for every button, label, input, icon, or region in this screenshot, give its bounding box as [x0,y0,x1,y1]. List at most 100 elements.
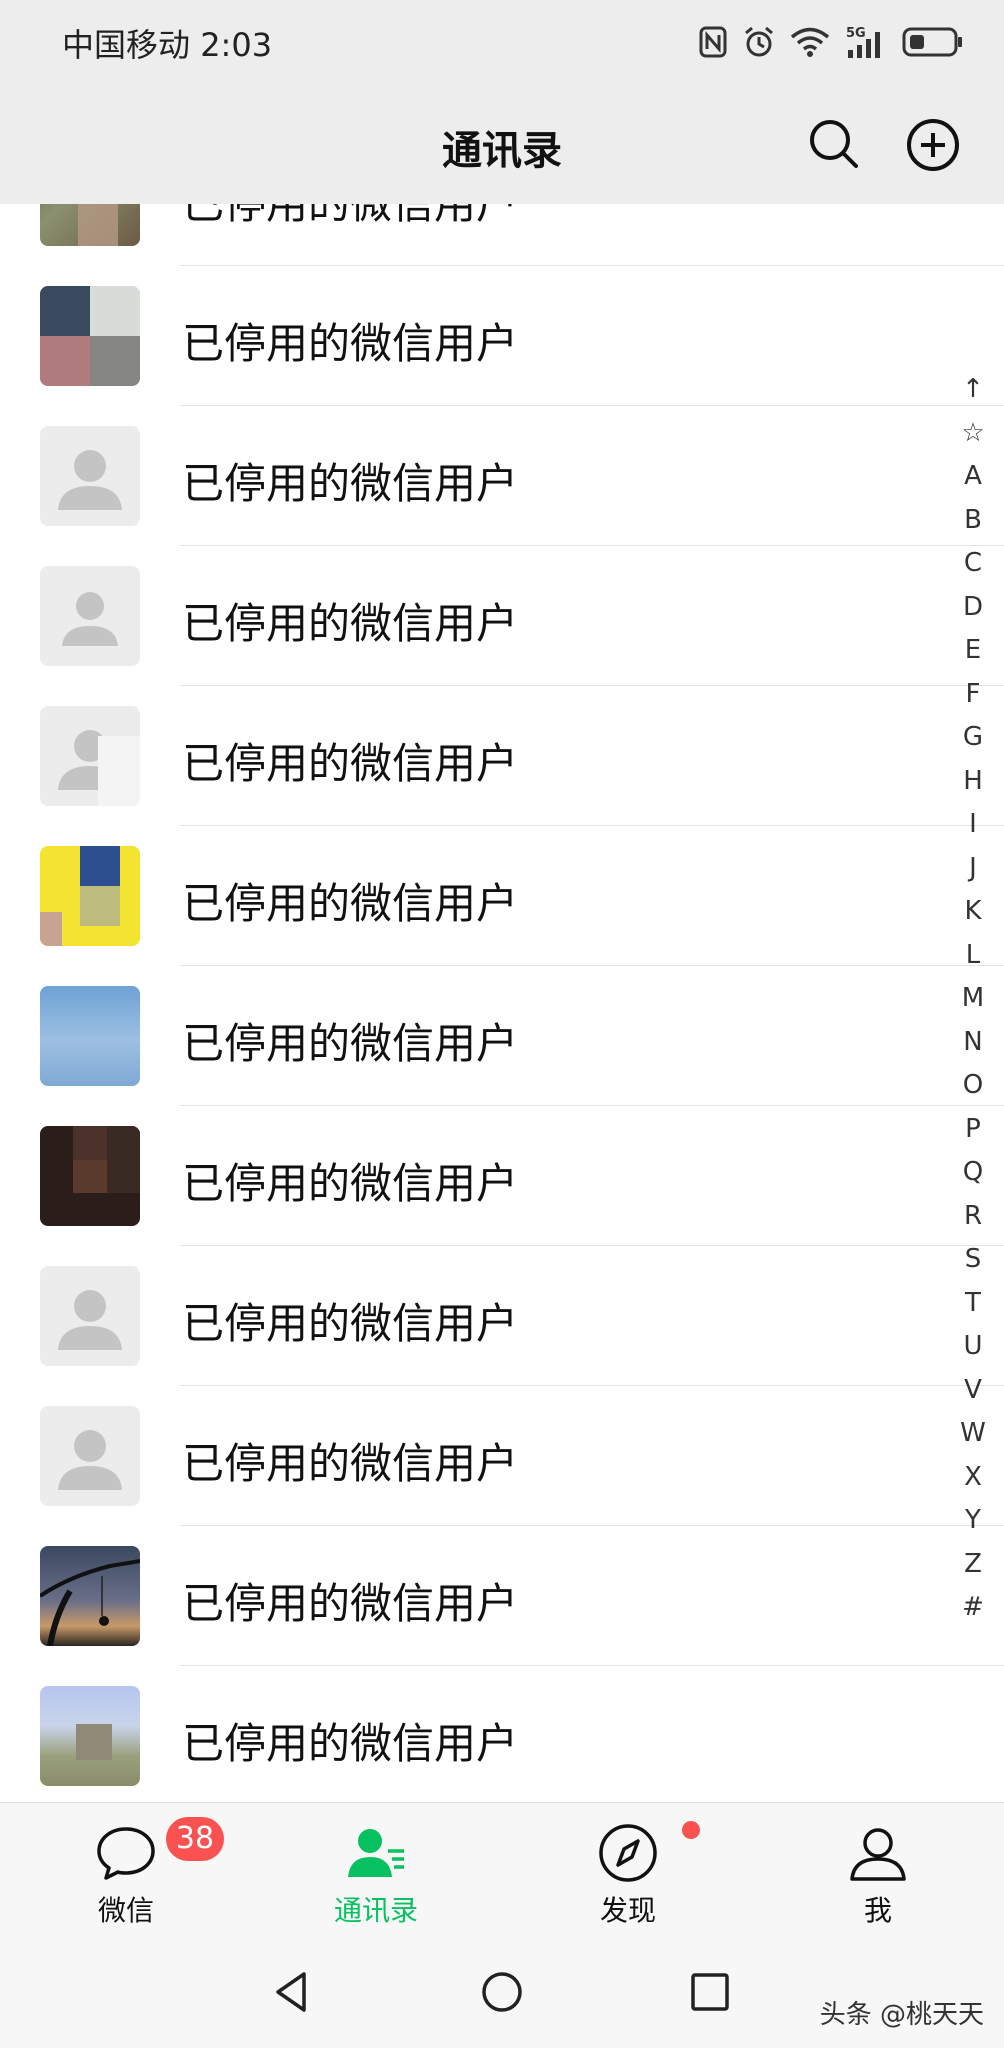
default-avatar-icon [40,1266,140,1366]
avatar [40,204,140,246]
recents-icon[interactable] [684,1966,736,2018]
tab-discover[interactable]: 发现 [528,1803,728,1937]
signal-icon: 5G [844,22,888,62]
contact-row[interactable]: 已停用的微信用户 [0,1246,1004,1386]
contact-name: 已停用的微信用户 [182,1439,519,1488]
default-avatar-icon [40,1406,140,1506]
contact-row[interactable]: 已停用的微信用户 [0,204,1004,266]
index-letter[interactable]: V [952,1369,994,1413]
contact-row[interactable]: 已停用的微信用户 [0,266,1004,406]
index-letter[interactable]: K [952,890,994,934]
tab-label: 发现 [599,1894,656,1927]
home-icon[interactable] [476,1966,528,2018]
index-letter[interactable]: I [952,803,994,847]
avatar [40,846,140,946]
index-letter[interactable]: P [952,1108,994,1152]
unread-badge: 38 [166,1817,224,1861]
contact-row[interactable]: 已停用的微信用户 [0,406,1004,546]
index-letter[interactable]: D [952,586,994,630]
nfc-icon [698,22,728,62]
contact-name: 已停用的微信用户 [182,204,518,231]
contact-name: 已停用的微信用户 [182,319,519,368]
index-letter[interactable]: G [952,716,994,760]
contact-list[interactable]: 已停用的微信用户 已停用的微信用户 已停用的微信用户 已停用的微信用户 已停用的… [0,204,1004,1802]
alarm-icon [742,22,776,62]
contact-name: 已停用的微信用户 [182,1159,519,1208]
add-circle-icon[interactable] [906,118,960,172]
back-icon[interactable] [266,1966,318,2018]
contact-name: 已停用的微信用户 [182,739,519,788]
index-letter[interactable]: U [952,1325,994,1369]
contact-name: 已停用的微信用户 [182,459,519,508]
index-letter[interactable]: X [952,1456,994,1500]
index-letter[interactable]: E [952,629,994,673]
contact-row[interactable]: 已停用的微信用户 [0,546,1004,686]
contact-row[interactable]: 已停用的微信用户 [0,1666,1004,1802]
carrier-label: 中国移动 [62,26,191,64]
index-letter[interactable]: N [952,1021,994,1065]
contact-row[interactable]: 已停用的微信用户 [0,1106,1004,1246]
contact-row[interactable]: 已停用的微信用户 [0,966,1004,1106]
contacts-icon [344,1821,408,1885]
index-letter[interactable]: S [952,1238,994,1282]
new-dot [682,1821,700,1839]
default-avatar-icon [40,566,140,666]
index-letter[interactable]: Q [952,1151,994,1195]
index-letter[interactable]: C [952,542,994,586]
wifi-icon [790,22,830,62]
tab-label: 通讯录 [333,1894,418,1927]
top-bar: 中国移动 2:03 5G 通讯录 [0,0,1004,204]
contact-row[interactable]: 已停用的微信用户 [0,1526,1004,1666]
contact-row[interactable]: 已停用的微信用户 [0,686,1004,826]
index-letter[interactable]: R [952,1195,994,1239]
carrier-time: 中国移动 2:03 [62,20,272,66]
chat-bubble-icon [94,1821,158,1885]
default-avatar-icon [40,706,140,806]
network-type: 5G [846,26,866,41]
contact-name: 已停用的微信用户 [182,879,519,928]
contact-name: 已停用的微信用户 [182,1299,519,1348]
index-letter[interactable]: T [952,1282,994,1326]
index-letter[interactable]: B [952,499,994,543]
index-letter[interactable]: L [952,934,994,978]
contact-row[interactable]: 已停用的微信用户 [0,826,1004,966]
person-icon [846,1821,910,1885]
avatar [40,986,140,1086]
index-letter[interactable]: F [952,673,994,717]
avatar [40,1126,140,1226]
contact-name: 已停用的微信用户 [182,599,519,648]
tab-me[interactable]: 我 [778,1803,978,1937]
index-letter[interactable]: O [952,1064,994,1108]
index-letter[interactable]: Y [952,1499,994,1543]
index-letter[interactable]: A [952,455,994,499]
status-bar: 中国移动 2:03 5G [0,0,1004,84]
index-letter[interactable]: J [952,847,994,891]
avatar [40,1686,140,1786]
contact-row[interactable]: 已停用的微信用户 [0,1386,1004,1526]
tab-label: 微信 [97,1894,154,1927]
index-top[interactable]: ↑ [952,368,994,412]
index-hash[interactable]: # [952,1586,994,1630]
tab-bar: 38 微信 通讯录 发现 我 [0,1802,1004,1937]
clock: 2:03 [200,26,273,64]
index-letter[interactable]: M [952,977,994,1021]
index-letter[interactable]: Z [952,1543,994,1587]
index-star[interactable]: ☆ [952,412,994,456]
watermark: 头条 @桃天天 [819,2000,984,2030]
search-icon[interactable] [808,118,860,170]
index-letter[interactable]: W [952,1412,994,1456]
tab-chats[interactable]: 38 微信 [26,1803,226,1937]
alphabet-index[interactable]: ↑ ☆ A B C D E F G H I J K L M N O P Q R … [952,368,994,1630]
system-nav-bar: 头条 @桃天天 [0,1936,1004,2048]
contact-name: 已停用的微信用户 [182,1719,519,1768]
contact-name: 已停用的微信用户 [182,1019,519,1068]
tab-contacts[interactable]: 通讯录 [276,1803,476,1937]
nav-bar: 通讯录 [0,84,1004,204]
tab-label: 我 [863,1894,892,1927]
compass-icon [596,1821,660,1885]
contact-name: 已停用的微信用户 [182,1579,519,1628]
avatar [40,286,140,386]
avatar [40,1546,140,1646]
index-letter[interactable]: H [952,760,994,804]
default-avatar-icon [40,426,140,526]
